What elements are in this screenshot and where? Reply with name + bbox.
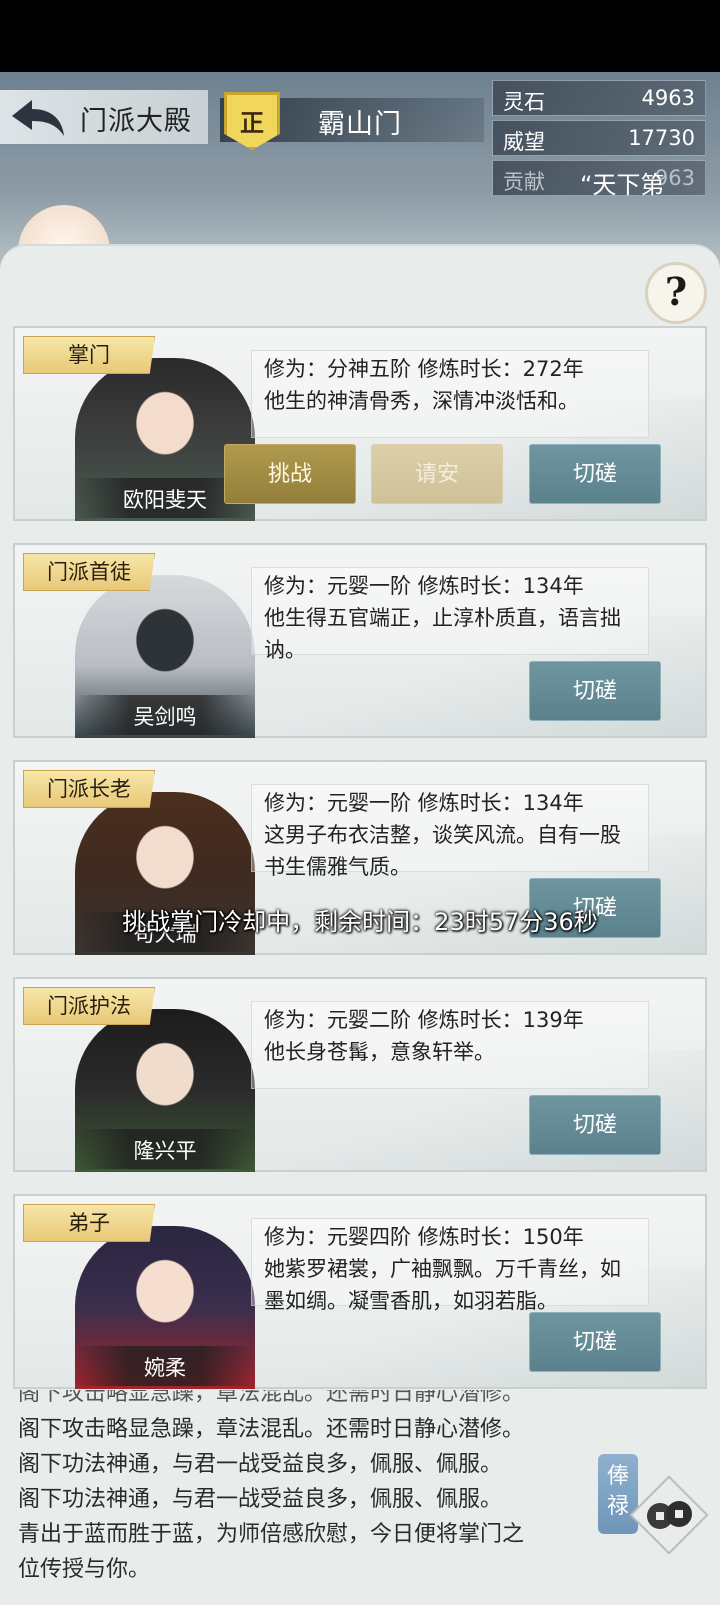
- battle-log: 阁下攻击略显急躁，章法混乱。还需时日静心潜修。 阁下攻击略显急躁，章法混乱。还需…: [18, 1390, 618, 1587]
- rank-tab: 掌门: [23, 336, 155, 374]
- member-name: 婉柔: [144, 1356, 186, 1380]
- member-info: 修为：元婴一阶 修炼时长：134年 他生得五官端正，止淳朴质直，语言拙讷。: [251, 567, 649, 662]
- hall-title: 门派大殿: [80, 106, 192, 137]
- description-text: 她紫罗裙裳，广袖飘飘。万千青丝，如墨如绸。凝雪香肌，如羽若脂。: [264, 1257, 621, 1313]
- member-card-leader: 欧阳斐天 掌门 修为：分神五阶 修炼时长：272年 他生的神清骨秀，深情冲淡恬和…: [13, 326, 707, 521]
- description-text: 他生的神清骨秀，深情冲淡恬和。: [264, 389, 579, 413]
- rank-tab: 弟子: [23, 1204, 155, 1242]
- cooldown-toast: 挑战掌门冷却中，剩余时间：23时57分36秒: [122, 908, 598, 936]
- cultivation-text: 修为：元婴一阶 修炼时长：134年: [264, 791, 584, 815]
- rank-tab: 门派护法: [23, 987, 155, 1025]
- stat-label: 贡献: [503, 170, 545, 194]
- description-text: 他生得五官端正，止淳朴质直，语言拙讷。: [264, 606, 621, 662]
- cultivation-text: 修为：元婴四阶 修炼时长：150年: [264, 1225, 584, 1249]
- sect-name: 霸山门: [318, 109, 402, 140]
- stat-prestige: 威望 17730: [492, 120, 706, 156]
- member-name: 隆兴平: [133, 1139, 197, 1163]
- log-line: 位传授与你。: [18, 1557, 151, 1582]
- coin-icon[interactable]: [624, 1470, 714, 1560]
- stat-value: 4963: [641, 86, 695, 110]
- description-text: 这男子布衣洁整，谈笑风流。自有一股书生儒雅气质。: [264, 823, 621, 879]
- member-info: 修为：元婴二阶 修炼时长：139年 他长身苍髯，意象轩举。: [251, 1001, 649, 1089]
- floating-quote-text: “天下第: [580, 171, 665, 199]
- rank-tab: 门派首徒: [23, 553, 155, 591]
- stat-spirit-stone: 灵石 4963: [492, 80, 706, 116]
- cultivation-text: 修为：分神五阶 修炼时长：272年: [264, 357, 584, 381]
- spar-button[interactable]: 切磋: [529, 444, 661, 504]
- member-card-disciple: 婉柔 弟子 修为：元婴四阶 修炼时长：150年 她紫罗裙裳，广袖飘飘。万千青丝，…: [13, 1194, 707, 1389]
- back-arrow-icon[interactable]: [10, 96, 66, 140]
- spar-button[interactable]: 切磋: [529, 661, 661, 721]
- stat-label: 灵石: [503, 90, 545, 114]
- cultivation-text: 修为：元婴一阶 修炼时长：134年: [264, 574, 584, 598]
- log-line: 阁下攻击略显急躁，章法混乱。还需时日静心潜修。: [18, 1417, 525, 1442]
- member-info: 修为：元婴一阶 修炼时长：134年 这男子布衣洁整，谈笑风流。自有一股书生儒雅气…: [251, 784, 649, 879]
- member-info: 修为：分神五阶 修炼时长：272年 他生的神清骨秀，深情冲淡恬和。: [251, 350, 649, 438]
- cultivation-text: 修为：元婴二阶 修炼时长：139年: [264, 1008, 584, 1032]
- member-name: 吴剑鸣: [133, 705, 197, 729]
- stat-label: 威望: [503, 130, 545, 154]
- description-text: 他长身苍髯，意象轩举。: [264, 1040, 495, 1064]
- member-info: 修为：元婴四阶 修炼时长：150年 她紫罗裙裳，广袖飘飘。万千青丝，如墨如绸。凝…: [251, 1218, 649, 1313]
- rank-tab: 门派长老: [23, 770, 155, 808]
- alignment-badge-label: 正: [240, 108, 264, 137]
- question-icon[interactable]: ?: [645, 262, 707, 324]
- log-line: 青出于蓝而胜于蓝，为师倍感欣慰，今日便将掌门之: [18, 1522, 525, 1547]
- greet-button[interactable]: 请安: [371, 444, 503, 504]
- log-line: 阁下功法神通，与君一战受益良多，佩服、佩服。: [18, 1452, 503, 1477]
- spar-button[interactable]: 切磋: [529, 1312, 661, 1372]
- member-card-guardian: 隆兴平 门派护法 修为：元婴二阶 修炼时长：139年 他长身苍髯，意象轩举。 切…: [13, 977, 707, 1172]
- member-card-first-disciple: 吴剑鸣 门派首徒 修为：元婴一阶 修炼时长：134年 他生得五官端正，止淳朴质直…: [13, 543, 707, 738]
- log-line: 阁下攻击略显急躁，章法混乱。还需时日静心潜修。: [18, 1390, 525, 1406]
- stat-value: 17730: [628, 126, 695, 150]
- status-bar: [0, 0, 720, 72]
- log-line: 阁下功法神通，与君一战受益良多，佩服、佩服。: [18, 1487, 503, 1512]
- challenge-button[interactable]: 挑战: [224, 444, 356, 504]
- spar-button[interactable]: 切磋: [529, 1095, 661, 1155]
